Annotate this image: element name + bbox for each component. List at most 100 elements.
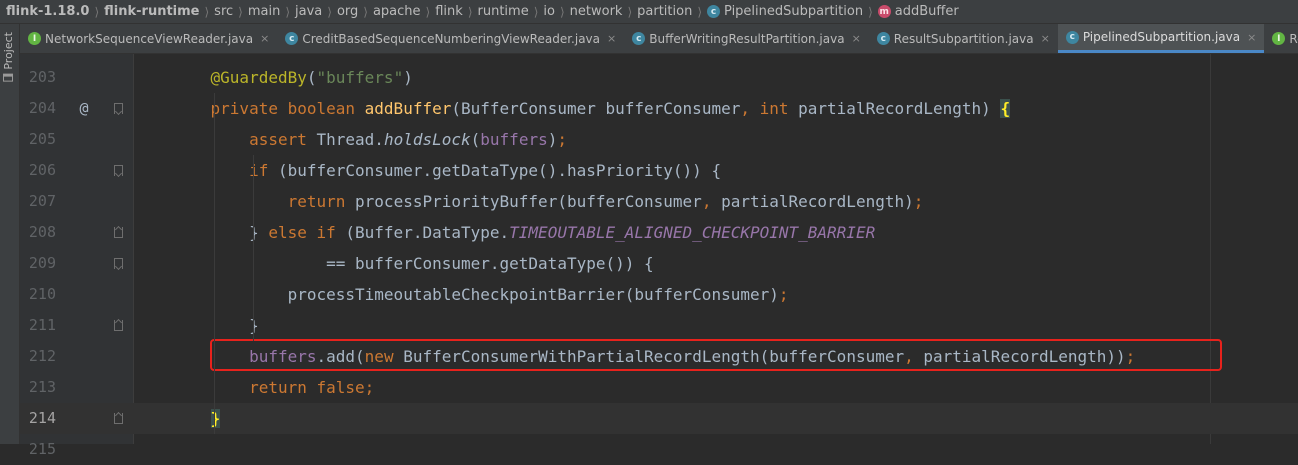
code-text: assert Thread.holdsLock(buffers);	[172, 124, 567, 155]
code-line[interactable]: 207 return processPriorityBuffer(bufferC…	[20, 186, 1298, 217]
code-line[interactable]: 214 }	[20, 403, 1298, 434]
project-tool-label: Project	[2, 32, 15, 70]
breadcrumb-item[interactable]: c PipelinedSubpartition	[707, 4, 863, 19]
tab-label: ResultSubpartition.java	[893, 31, 1034, 46]
class-icon: c	[1065, 30, 1079, 44]
fold-open-icon[interactable]	[114, 165, 123, 176]
code-line[interactable]: 213 return false;	[20, 372, 1298, 403]
code-line[interactable]: 208 } else if (Buffer.DataType.TIMEOUTAB…	[20, 217, 1298, 248]
code-line[interactable]: 209 == bufferConsumer.getDataType()) {	[20, 248, 1298, 279]
breadcrumb-item[interactable]: network	[570, 4, 623, 19]
code-token: holdsLock	[383, 130, 471, 149]
tab-label: CreditBasedSequenceNumberingViewReader.j…	[302, 31, 601, 46]
code-text: private boolean addBuffer(BufferConsumer…	[172, 93, 1011, 124]
close-icon[interactable]: ×	[852, 32, 861, 45]
code-token: "buffers"	[316, 68, 404, 87]
class-icon: c	[707, 5, 721, 18]
tab-label: NetworkSequenceViewReader.java	[45, 31, 254, 46]
tab-label: PipelinedSubpartition.java	[1082, 30, 1241, 44]
code-token: ,	[701, 192, 722, 211]
code-line[interactable]: 211 }	[20, 310, 1298, 341]
line-number: 203	[28, 68, 56, 86]
code-text: } else if (Buffer.DataType.TIMEOUTABLE_A…	[172, 217, 875, 248]
code-text: if (bufferConsumer.getDataType().hasPrio…	[172, 155, 721, 186]
code-token: addBuffer	[364, 99, 452, 118]
fold-close-icon[interactable]	[114, 413, 123, 424]
project-tool-button[interactable]: Project	[2, 32, 15, 82]
code-token: processPriorityBuffer(bufferConsumer	[355, 192, 702, 211]
code-line[interactable]: 210 processTimeoutableCheckpointBarrier(…	[20, 279, 1298, 310]
breadcrumb-separator: ⟩	[363, 4, 368, 19]
breadcrumb-separator: ⟩	[627, 4, 633, 19]
breadcrumb-item[interactable]: flink-1.18.0	[6, 4, 89, 19]
close-icon[interactable]: ×	[1247, 31, 1256, 44]
editor-tab[interactable]: I NetworkSequenceViewReader.java ×	[20, 24, 277, 53]
breadcrumb-label: partition	[637, 4, 693, 19]
override-marker-icon[interactable]: @	[76, 99, 92, 117]
code-token: }	[172, 223, 269, 242]
breadcrumb-item[interactable]: main	[248, 4, 280, 19]
code-line[interactable]: 203 @GuardedBy("buffers")	[20, 62, 1298, 93]
breadcrumb-item[interactable]: org	[337, 4, 358, 19]
close-icon[interactable]: ×	[607, 32, 616, 45]
editor-tab[interactable]: c BufferWritingResultPartition.java ×	[624, 24, 869, 53]
editor-tab[interactable]: c ResultSubpartition.java ×	[869, 24, 1058, 53]
line-number: 204	[28, 99, 56, 117]
breadcrumb-label: src	[214, 4, 234, 19]
code-line[interactable]: 205 assert Thread.holdsLock(buffers);	[20, 124, 1298, 155]
breadcrumb-item[interactable]: partition	[637, 4, 692, 19]
code-line[interactable]: 215	[20, 434, 1298, 465]
code-token: (BufferConsumer bufferConsumer	[451, 99, 741, 118]
line-number: 215	[28, 440, 56, 458]
code-editor[interactable]: 203 @GuardedBy("buffers") 204 @ private bo…	[20, 54, 1298, 458]
line-number: 205	[28, 130, 56, 148]
close-icon[interactable]: ×	[260, 32, 269, 45]
code-token: ;	[778, 285, 789, 304]
class-icon: c	[876, 32, 890, 45]
code-line[interactable]: 204 @ private boolean addBuffer(BufferCon…	[20, 93, 1298, 124]
breadcrumb-item[interactable]: apache	[373, 4, 421, 19]
highlight-box	[210, 339, 1222, 371]
breadcrumb-label: runtime	[477, 4, 529, 19]
breadcrumb-item[interactable]: src	[214, 4, 233, 19]
close-icon[interactable]: ×	[1041, 32, 1050, 45]
editor-tab[interactable]: c PipelinedSubpartition.java ×	[1057, 24, 1265, 53]
class-icon: c	[632, 32, 646, 45]
editor-tab[interactable]: IResultPartitionProvide	[1264, 24, 1298, 53]
fold-open-icon[interactable]	[114, 103, 123, 114]
code-token: )	[403, 68, 413, 87]
code-token: else if	[268, 223, 346, 242]
breadcrumb-item[interactable]: flink	[435, 4, 463, 19]
breadcrumb-item[interactable]: runtime	[478, 4, 529, 19]
breadcrumb-item[interactable]: io	[543, 4, 555, 19]
line-number: 213	[28, 378, 56, 396]
breadcrumb-item[interactable]: m addBuffer	[877, 4, 959, 19]
editor-tab[interactable]: c CreditBasedSequenceNumberingViewReader.…	[277, 24, 624, 53]
breadcrumb-separator: ⟩	[238, 4, 243, 19]
fold-close-icon[interactable]	[114, 320, 123, 331]
breadcrumb-label: flink-runtime	[104, 4, 200, 19]
code-line[interactable]: 206 if (bufferConsumer.getDataType().has…	[20, 155, 1298, 186]
indent-guide	[214, 93, 216, 434]
breadcrumb-item[interactable]: java	[295, 4, 322, 19]
code-text: return processPriorityBuffer(bufferConsu…	[172, 186, 924, 217]
fold-close-icon[interactable]	[114, 227, 123, 238]
fold-open-icon[interactable]	[114, 258, 123, 269]
code-token: {	[1000, 99, 1011, 118]
code-token: @GuardedBy	[210, 68, 307, 87]
breadcrumb-label: org	[336, 4, 359, 19]
code-token: return	[287, 192, 356, 211]
line-number: 214	[28, 409, 56, 427]
breadcrumb-label: flink	[435, 4, 463, 19]
code-token: ,	[740, 99, 760, 118]
code-token: ;	[913, 192, 924, 211]
line-number: 212	[28, 347, 56, 365]
breadcrumb-item[interactable]: flink-runtime	[104, 4, 199, 19]
code-token: buffers	[480, 130, 548, 149]
